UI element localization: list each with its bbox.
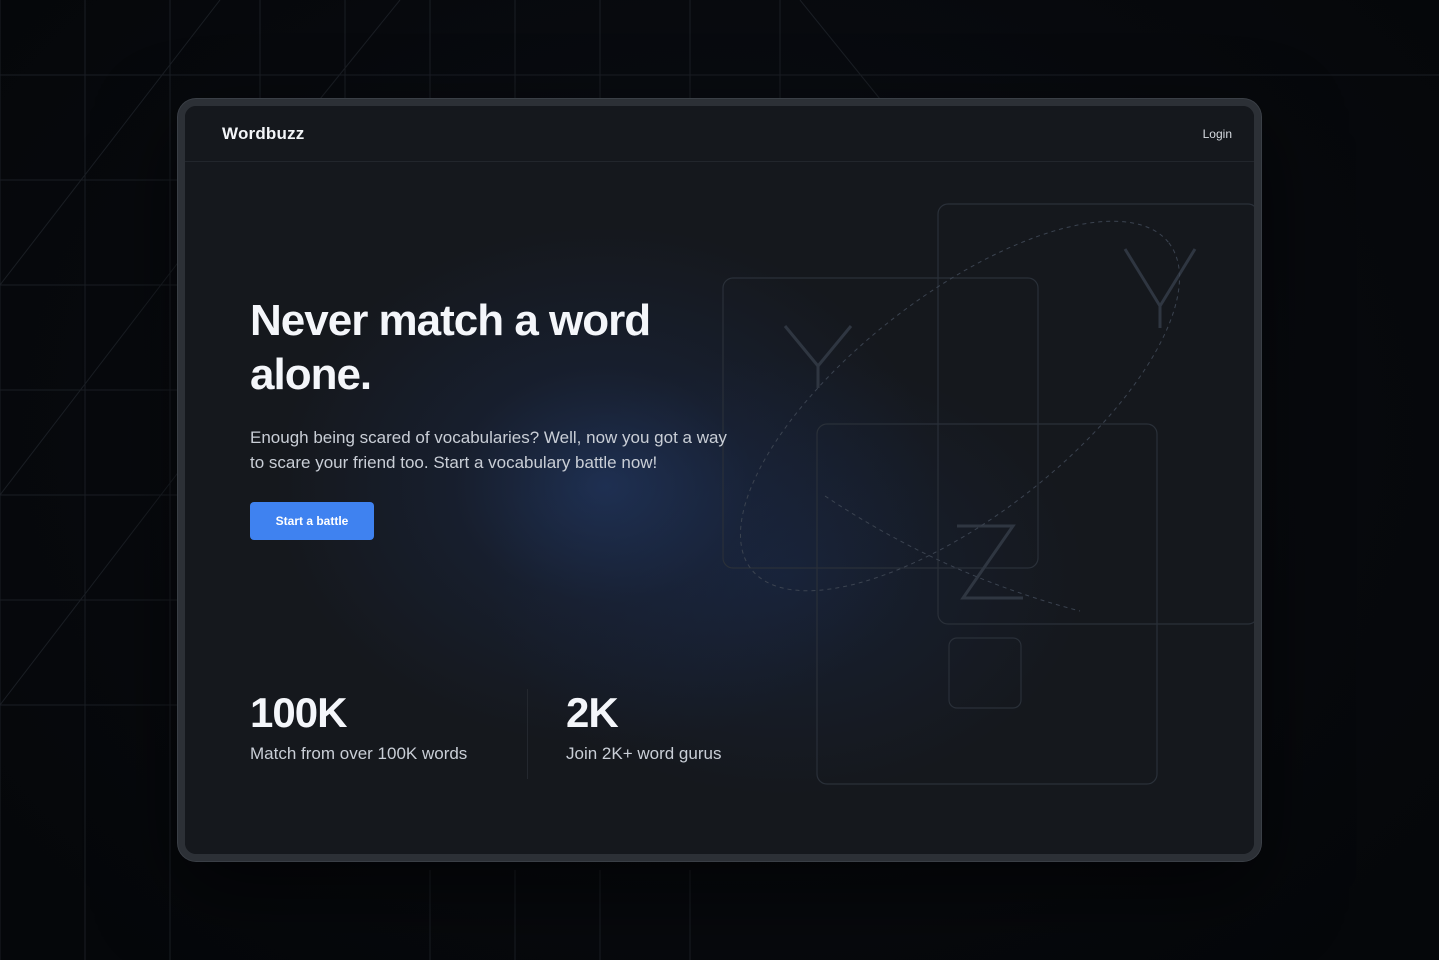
stat-words: 100K Match from over 100K words	[250, 689, 467, 765]
letter-card-small	[948, 637, 1022, 709]
dashed-trail	[824, 495, 1081, 612]
hero-subtext-line-2: to scare your friend too. Start a vocabu…	[250, 453, 658, 472]
letter-y-glyph	[1123, 248, 1197, 328]
letter-x-glyph	[783, 325, 853, 388]
orbit-path	[739, 220, 1181, 592]
letter-z-glyph	[957, 524, 1023, 600]
hero-subtext-line-1: Enough being scared of vocabularies? Wel…	[250, 428, 727, 447]
stat-value: 100K	[250, 689, 347, 736]
hero-headline-line-1: Never match a word	[250, 296, 651, 345]
letter-card-y	[937, 203, 1254, 625]
stat-users: 2K Join 2K+ word gurus	[566, 689, 721, 765]
top-navigation-bar: Wordbuzz Login	[185, 106, 1254, 162]
browser-frame: Wordbuzz Login Never match a word alone.…	[178, 99, 1261, 861]
start-battle-button[interactable]: Start a battle	[250, 502, 374, 540]
stat-label: Match from over 100K words	[250, 744, 468, 763]
hero-subtext: Enough being scared of vocabularies? Wel…	[250, 425, 810, 475]
hero-headline-line-2: alone.	[250, 350, 372, 399]
letter-card-z	[816, 423, 1158, 785]
brand-logo[interactable]: Wordbuzz	[222, 124, 305, 144]
page-background: Wordbuzz Login Never match a word alone.…	[0, 0, 1439, 960]
login-link[interactable]: Login	[1203, 127, 1232, 141]
stats-divider	[527, 689, 528, 779]
stat-label: Join 2K+ word gurus	[566, 744, 722, 763]
stat-value: 2K	[566, 689, 619, 736]
landing-page: Wordbuzz Login Never match a word alone.…	[185, 106, 1254, 854]
hero-headline: Never match a word alone.	[250, 294, 730, 402]
